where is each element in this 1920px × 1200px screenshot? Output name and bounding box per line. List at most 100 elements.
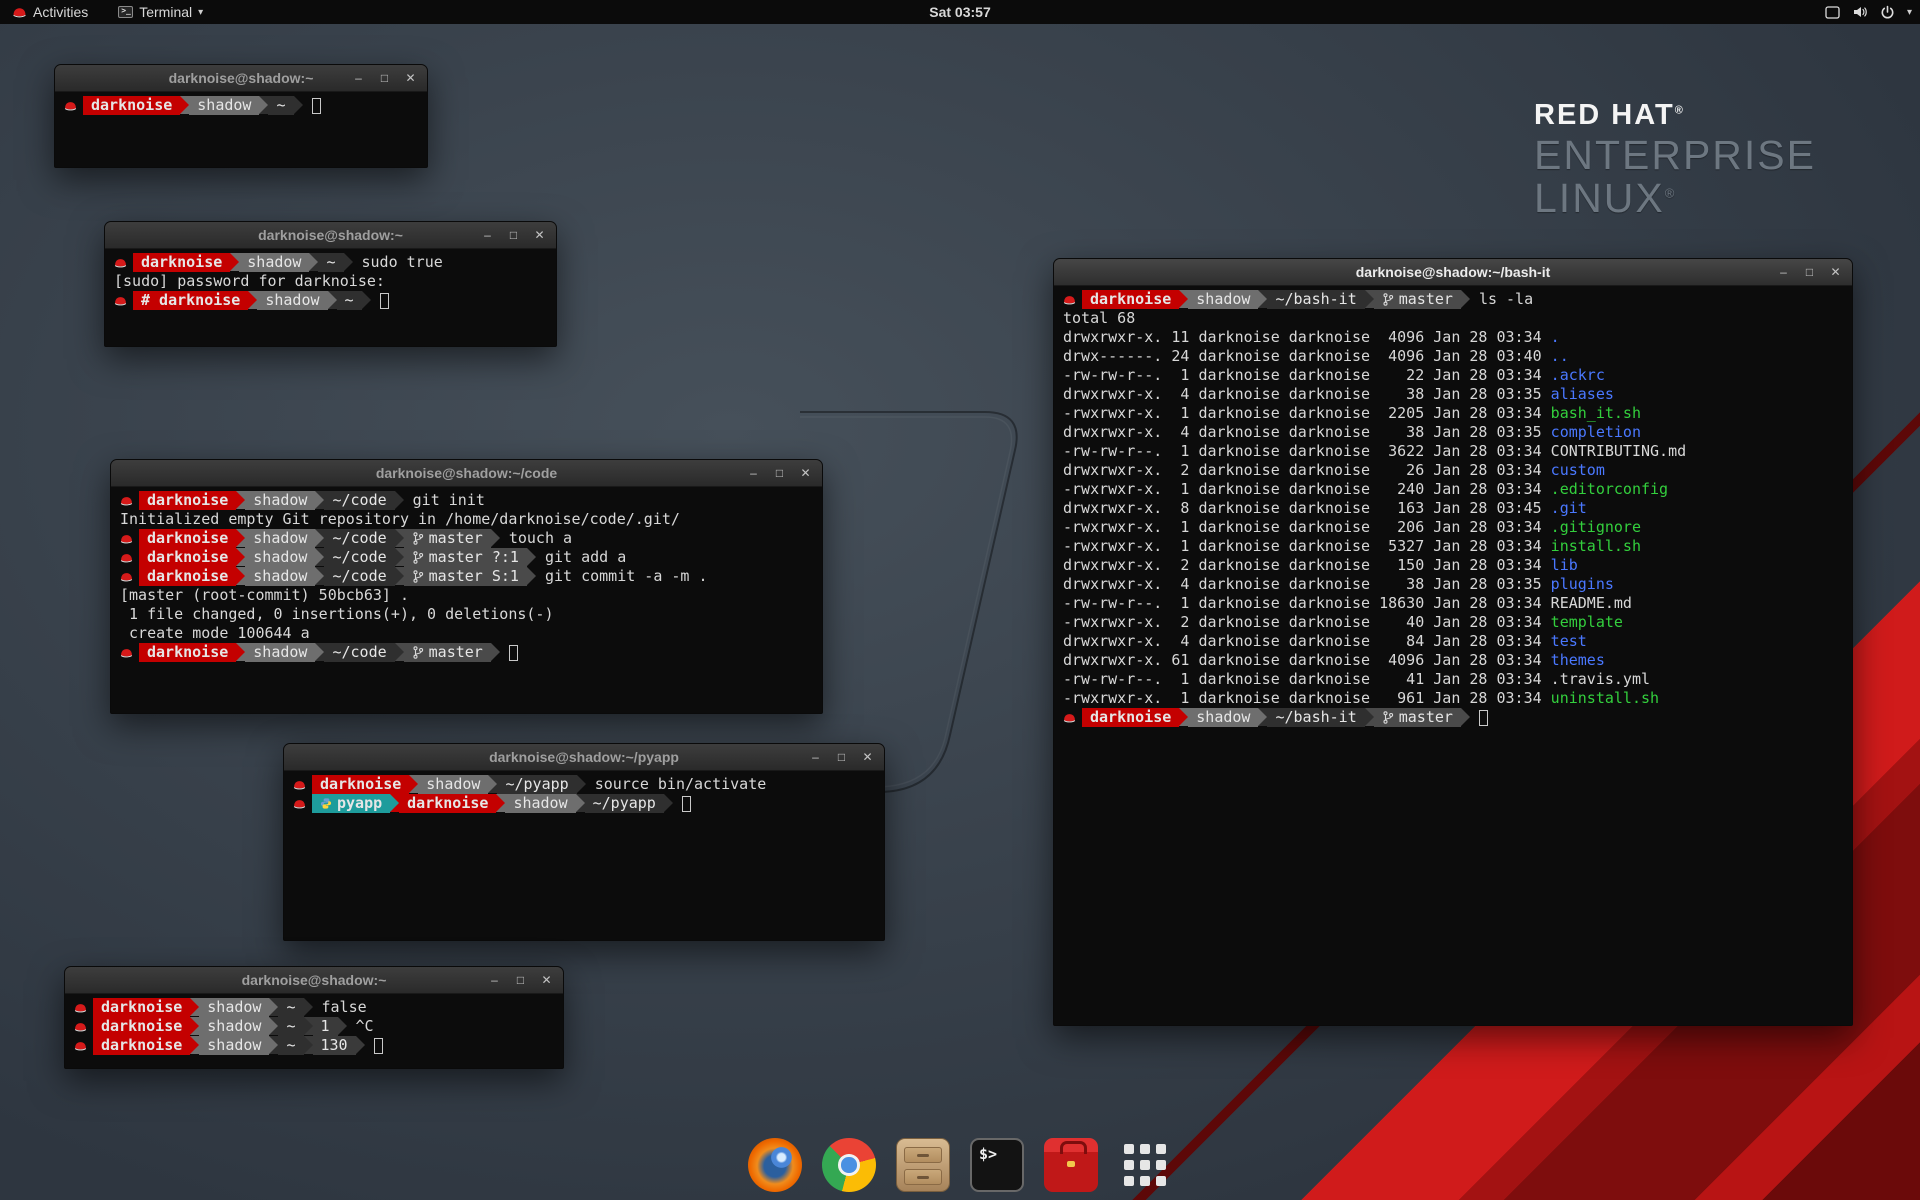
dock-item-toolbox[interactable] <box>1044 1138 1098 1192</box>
segment-text: shadow <box>207 1036 261 1055</box>
prompt-segment-code: 1 <box>313 1017 338 1036</box>
powerline-separator <box>190 998 199 1016</box>
terminal-screen[interactable]: darknoiseshadow~sudo true[sudo] password… <box>105 249 556 346</box>
clock[interactable]: Sat 03:57 <box>929 4 990 20</box>
prompt-segment-path: ~ <box>278 1017 303 1036</box>
powerline-separator <box>338 1017 347 1035</box>
dock-item-terminal[interactable]: $> <box>970 1138 1024 1192</box>
close-button[interactable]: ✕ <box>540 974 553 986</box>
branch-icon <box>412 646 429 659</box>
volume-icon[interactable] <box>1852 4 1868 20</box>
terminal-output-line: create mode 100644 a <box>120 624 813 643</box>
prompt-line: pyappdarknoiseshadow~/pyapp <box>293 794 875 813</box>
window-titlebar[interactable]: darknoise@shadow:~/bash-it – □ ✕ <box>1054 259 1852 286</box>
file-attributes: drwxrwxr-x. 11 darknoise darknoise 4096 … <box>1063 328 1551 347</box>
terminal-output-line: drwxrwxr-x. 61 darknoise darknoise 4096 … <box>1063 651 1843 670</box>
close-button[interactable]: ✕ <box>799 467 812 479</box>
segment-text: ~ <box>326 253 335 272</box>
window-titlebar[interactable]: darknoise@shadow:~ – □ ✕ <box>55 65 427 92</box>
chevron-down-icon[interactable]: ▾ <box>1907 7 1912 18</box>
prompt-segment-path: ~/code <box>324 567 394 586</box>
minimize-button[interactable]: – <box>352 72 365 84</box>
window-titlebar[interactable]: darknoise@shadow:~–□✕ <box>105 222 556 249</box>
minimize-button[interactable]: – <box>488 974 501 986</box>
window-titlebar[interactable]: darknoise@shadow:~/pyapp–□✕ <box>284 744 884 771</box>
dock-item-chrome[interactable] <box>822 1138 876 1192</box>
prompt-segment-code: 130 <box>313 1036 356 1055</box>
terminal-output-line: drwxrwxr-x. 4 darknoise darknoise 38 Jan… <box>1063 385 1843 404</box>
close-button[interactable]: ✕ <box>533 229 546 241</box>
maximize-button[interactable]: □ <box>835 751 848 763</box>
prompt-segment-host: shadow <box>257 291 327 310</box>
powerline-separator <box>1258 290 1267 308</box>
segment-text: darknoise <box>147 548 228 567</box>
app-menu-terminal[interactable]: Terminal ▾ <box>106 0 215 24</box>
terminal-screen[interactable]: darknoiseshadow~ <box>55 92 427 167</box>
maximize-button[interactable]: □ <box>773 467 786 479</box>
powerline-separator <box>491 529 500 547</box>
maximize-button[interactable]: □ <box>1803 266 1816 278</box>
topbar-left: Activities Terminal ▾ <box>0 0 215 24</box>
redhat-prompt-icon <box>293 794 306 813</box>
terminal-screen[interactable]: darknoiseshadow~/bash-itmasterls -latota… <box>1054 286 1852 1025</box>
terminal-output-line: drwxrwxr-x. 11 darknoise darknoise 4096 … <box>1063 328 1843 347</box>
prompt-segment-host: shadow <box>245 567 315 586</box>
redhat-prompt-icon <box>74 1036 87 1055</box>
powerline-separator <box>356 1036 365 1054</box>
terminal-output-line: -rw-rw-r--. 1 darknoise darknoise 3622 J… <box>1063 442 1843 461</box>
segment-text: ~/pyapp <box>505 775 568 794</box>
command-text: touch a <box>509 529 572 548</box>
terminal-screen[interactable]: darknoiseshadow~/codegit initInitialized… <box>111 487 822 713</box>
maximize-button[interactable]: □ <box>378 72 391 84</box>
powerline-separator <box>304 998 313 1016</box>
window-titlebar[interactable]: darknoise@shadow:~/code–□✕ <box>111 460 822 487</box>
maximize-button[interactable]: □ <box>514 974 527 986</box>
window-titlebar[interactable]: darknoise@shadow:~–□✕ <box>65 967 563 994</box>
branch-icon <box>412 551 429 564</box>
file-name: plugins <box>1551 575 1614 594</box>
window-title: darknoise@shadow:~/bash-it <box>1356 264 1551 280</box>
dock-item-firefox[interactable] <box>748 1138 802 1192</box>
power-icon[interactable] <box>1880 5 1895 20</box>
file-name: test <box>1551 632 1587 651</box>
activities-button[interactable]: Activities <box>0 0 100 24</box>
prompt-segment-host: shadow <box>418 775 488 794</box>
prompt-line: darknoiseshadow~sudo true <box>114 253 547 272</box>
minimize-button[interactable]: – <box>481 229 494 241</box>
prompt-segment-user: darknoise <box>1082 290 1179 309</box>
window-title: darknoise@shadow:~ <box>169 70 314 86</box>
terminal-screen[interactable]: darknoiseshadow~/pyappsource bin/activat… <box>284 771 884 940</box>
redhat-prompt-icon <box>120 643 133 662</box>
maximize-button[interactable]: □ <box>507 229 520 241</box>
terminal-screen[interactable]: darknoiseshadow~falsedarknoiseshadow~1^C… <box>65 994 563 1068</box>
file-name: install.sh <box>1551 537 1641 556</box>
minimize-button[interactable]: – <box>1777 266 1790 278</box>
segment-text: shadow <box>207 1017 261 1036</box>
close-button[interactable]: ✕ <box>861 751 874 763</box>
prompt-line: darknoiseshadow~/codemaster S:1git commi… <box>120 567 813 586</box>
powerline-separator <box>488 775 497 793</box>
activities-label: Activities <box>33 4 88 20</box>
file-attributes: -rwxrwxr-x. 1 darknoise darknoise 240 Ja… <box>1063 480 1551 499</box>
segment-text: darknoise <box>141 253 222 272</box>
prompt-segment-git: master <box>1374 708 1461 727</box>
file-attributes: drwxrwxr-x. 2 darknoise darknoise 26 Jan… <box>1063 461 1551 480</box>
tray-icon[interactable] <box>1825 6 1840 19</box>
segment-text: darknoise <box>147 567 228 586</box>
powerline-separator <box>664 794 673 812</box>
powerline-separator <box>362 291 371 309</box>
app-menu-label: Terminal <box>139 4 192 20</box>
segment-text: shadow <box>207 998 261 1017</box>
file-attributes: -rwxrwxr-x. 1 darknoise darknoise 2205 J… <box>1063 404 1551 423</box>
dock-item-app-grid[interactable] <box>1118 1138 1172 1192</box>
minimize-button[interactable]: – <box>747 467 760 479</box>
segment-text: shadow <box>513 794 567 813</box>
powerline-separator <box>269 998 278 1016</box>
close-button[interactable]: ✕ <box>1829 266 1842 278</box>
close-button[interactable]: ✕ <box>404 72 417 84</box>
dock-item-files[interactable] <box>896 1138 950 1192</box>
terminal-window-code: darknoise@shadow:~/code–□✕darknoiseshado… <box>110 459 823 714</box>
minimize-button[interactable]: – <box>809 751 822 763</box>
terminal-output-line: -rwxrwxr-x. 1 darknoise darknoise 206 Ja… <box>1063 518 1843 537</box>
prompt-segment-path: ~ <box>278 1036 303 1055</box>
